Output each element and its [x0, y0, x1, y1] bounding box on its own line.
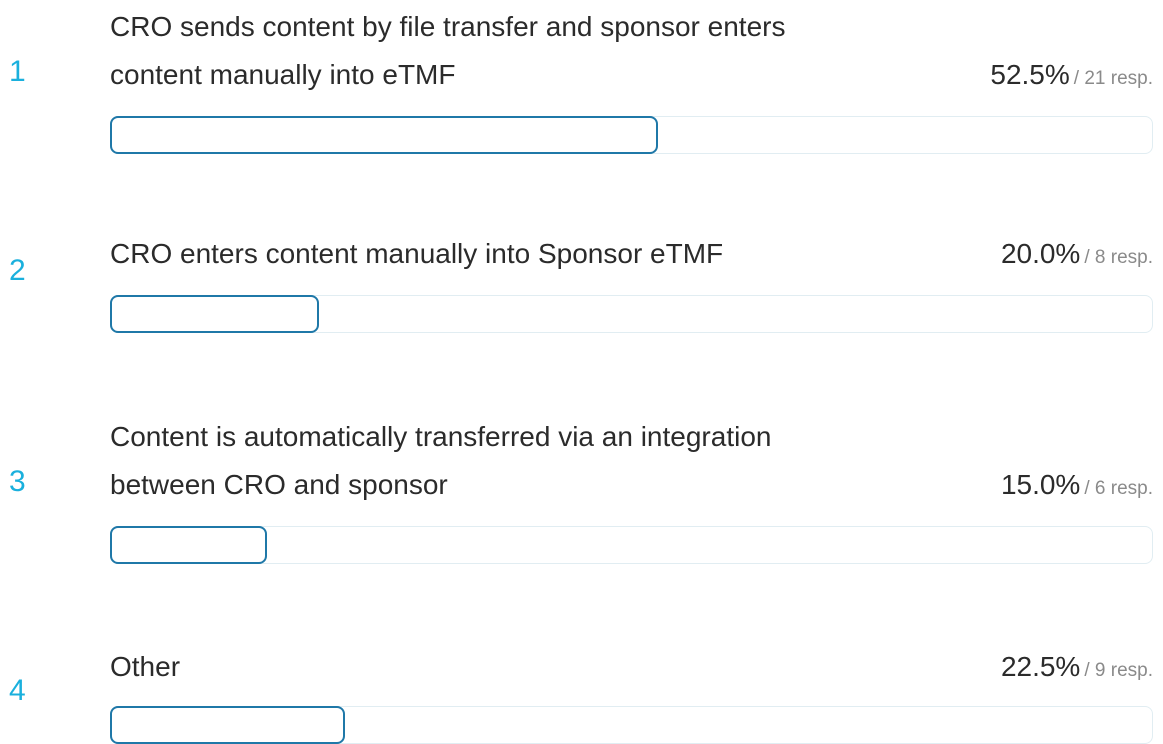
- row-label: CRO enters content manually into Sponsor…: [110, 230, 910, 278]
- response-count: / 21 resp.: [1073, 68, 1153, 89]
- row-index: 4: [9, 674, 26, 707]
- percent-label: 20.0%: [1000, 238, 1081, 269]
- row-label: CRO sends content by file transfer and s…: [110, 3, 910, 99]
- bar-fill: [109, 115, 658, 154]
- percent-label: 52.5%: [990, 59, 1070, 90]
- row-index: 2: [9, 254, 26, 287]
- row-stat: 22.5%/ 9 resp.: [1001, 643, 1153, 696]
- row-stat: 52.5%/ 21 resp.: [990, 51, 1153, 104]
- bar-track: [109, 705, 1153, 744]
- bar-track: [109, 115, 1153, 154]
- bar-fill: [109, 705, 345, 744]
- bar-track: [109, 525, 1153, 564]
- row-label-line: Other: [110, 651, 181, 682]
- row-label-line: CRO enters content manually into Sponsor…: [110, 238, 724, 269]
- bar-fill: [109, 294, 319, 333]
- row-index: 1: [9, 55, 26, 88]
- row-label-line: between CRO and sponsor: [110, 469, 448, 500]
- row-index: 3: [9, 465, 26, 498]
- bar-fill: [109, 525, 267, 564]
- row-label: Content is automatically transferred via…: [110, 413, 910, 509]
- row-label: Other: [110, 643, 910, 691]
- percent-label: 15.0%: [1000, 469, 1081, 500]
- response-count: / 6 resp.: [1084, 478, 1153, 499]
- response-count: / 8 resp.: [1084, 247, 1153, 268]
- bar-track: [109, 294, 1153, 333]
- row-label-line: Content is automatically transferred via…: [110, 421, 772, 452]
- row-stat: 20.0%/ 8 resp.: [1001, 230, 1153, 283]
- response-count: / 9 resp.: [1084, 660, 1153, 681]
- row-stat: 15.0%/ 6 resp.: [1001, 461, 1153, 514]
- row-label-line: CRO sends content by file transfer and s…: [110, 11, 786, 42]
- row-label-line: content manually into eTMF: [110, 59, 456, 90]
- percent-label: 22.5%: [1000, 651, 1081, 682]
